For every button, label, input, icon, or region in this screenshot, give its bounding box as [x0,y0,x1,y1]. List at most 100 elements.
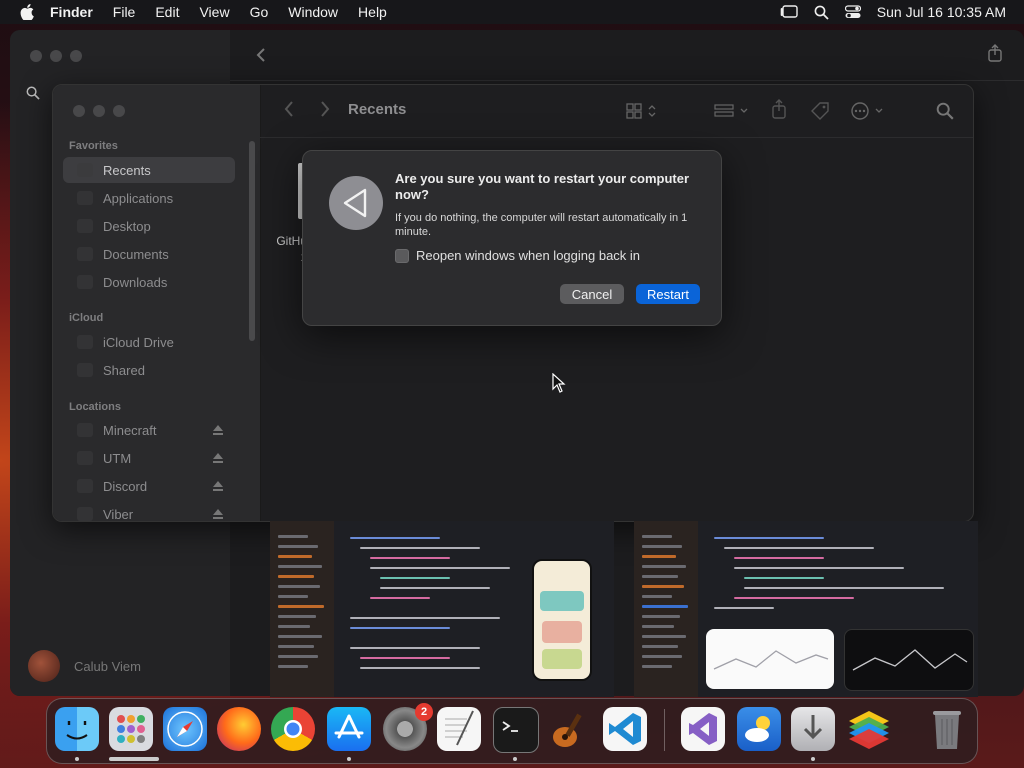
section-locations: Locations [69,401,121,413]
terminal-dock-icon[interactable] [493,707,539,753]
cancel-button[interactable]: Cancel [560,284,624,304]
checkbox-label[interactable]: Reopen windows when logging back in [416,248,640,263]
sidebar-item-discord[interactable]: Discord [63,473,235,499]
shared-folder-icon [77,363,93,377]
minimize-dot[interactable] [93,105,105,117]
close-dot[interactable] [30,50,42,62]
iphone-preview [532,559,592,681]
forward-chevron-icon[interactable] [320,101,330,117]
chrome-dock-icon[interactable] [271,707,315,751]
file-navigator [634,521,698,697]
user-account[interactable]: Calub Viem [28,650,141,682]
finder-dock-icon[interactable] [55,707,99,751]
sidebar-item-utm[interactable]: UTM [63,445,235,471]
file-navigator [270,521,334,697]
back-chevron-icon[interactable] [284,101,294,117]
textedit-dock-icon[interactable] [437,707,481,751]
icon-view-icon[interactable] [626,103,660,119]
traffic-lights [73,105,125,117]
reopen-windows-checkbox[interactable]: Reopen windows when logging back in [395,248,640,263]
eject-icon[interactable] [213,481,223,491]
dialog-message: If you do nothing, the computer will res… [395,212,688,238]
back-chevron-icon[interactable] [256,48,266,62]
close-dot[interactable] [73,105,85,117]
minimize-dot[interactable] [50,50,62,62]
disk-icon [77,507,93,521]
more-actions-icon[interactable] [850,101,886,121]
background-toolbar [230,30,1024,81]
menu-file[interactable]: File [113,4,136,20]
xcode-window-thumbnail[interactable] [270,521,614,697]
document-icon [77,247,93,261]
sidebar-item-viber[interactable]: Viber [63,501,235,521]
applications-icon [77,191,93,205]
weather-dock-icon[interactable] [737,707,781,751]
apple-menu-icon[interactable] [20,4,34,20]
notification-badge: 2 [415,703,433,721]
light-preview-card [706,629,834,689]
checkbox-box[interactable] [395,248,409,263]
sidebar-item-documents[interactable]: Documents [63,241,235,267]
launchpad-indicator [109,757,159,761]
download-icon [77,275,93,289]
menu-window[interactable]: Window [288,4,338,20]
window-title: Recents [348,101,407,118]
sidebar-item-applications[interactable]: Applications [63,185,235,211]
menu-help[interactable]: Help [358,4,387,20]
sidebar-item-minecraft[interactable]: Minecraft [63,417,235,443]
restart-button[interactable]: Restart [636,284,700,304]
sidebar-item-recents[interactable]: Recents [63,157,235,183]
zoom-dot[interactable] [70,50,82,62]
zoom-dot[interactable] [113,105,125,117]
dock-separator [664,709,665,751]
xcode-window-thumbnail-2[interactable] [634,521,978,697]
running-indicator [75,757,79,761]
visual-studio-dock-icon[interactable] [681,707,725,751]
disk-icon [77,451,93,465]
eject-icon[interactable] [213,425,223,435]
sidebar-item-shared[interactable]: Shared [63,357,235,383]
trash-dock-icon[interactable] [925,707,969,751]
sidebar-item-desktop[interactable]: Desktop [63,213,235,239]
running-indicator [811,757,815,761]
share-icon[interactable] [772,99,786,119]
eject-icon[interactable] [213,509,223,519]
share-icon[interactable] [988,44,1002,62]
group-icon[interactable] [714,103,750,119]
menu-go[interactable]: Go [250,4,269,20]
search-icon[interactable] [26,86,40,100]
bluestacks-dock-icon[interactable] [843,707,889,751]
vscode-dock-icon[interactable] [603,707,647,751]
firefox-dock-icon[interactable] [217,707,261,751]
sidebar-item-downloads[interactable]: Downloads [63,269,235,295]
launchpad-dock-icon[interactable] [109,707,153,751]
stage-manager-icon[interactable] [780,5,798,19]
dialog-title: Are you sure you want to restart your co… [395,171,690,202]
section-icloud: iCloud [69,312,104,324]
cloud-icon [77,335,93,349]
desktop-icon [77,219,93,233]
disk-icon [77,423,93,437]
sidebar-scrollbar[interactable] [249,141,255,341]
sidebar-item-icloud-drive[interactable]: iCloud Drive [63,329,235,355]
menu-bar: Finder File Edit View Go Window Help Sun… [0,0,1024,24]
safari-dock-icon[interactable] [163,707,207,751]
menu-finder[interactable]: Finder [50,4,93,20]
menu-edit[interactable]: Edit [155,4,179,20]
disk-icon [77,479,93,493]
app-store-dock-icon[interactable] [327,707,371,751]
running-indicator [513,757,517,761]
dock: 2 [46,698,978,764]
control-center-icon[interactable] [844,5,861,19]
menu-view[interactable]: View [199,4,229,20]
avatar [28,650,60,682]
menubar-clock[interactable]: Sun Jul 16 10:35 AM [877,4,1006,20]
spotlight-search-icon[interactable] [814,5,829,20]
eject-icon[interactable] [213,453,223,463]
clock-icon [77,163,93,177]
garageband-dock-icon[interactable] [547,707,591,751]
finder-sidebar: Favorites Recents Applications Desktop D… [53,85,261,521]
search-icon[interactable] [936,102,954,120]
tag-icon[interactable] [810,101,830,121]
downloads-stack-dock-icon[interactable] [791,707,835,751]
